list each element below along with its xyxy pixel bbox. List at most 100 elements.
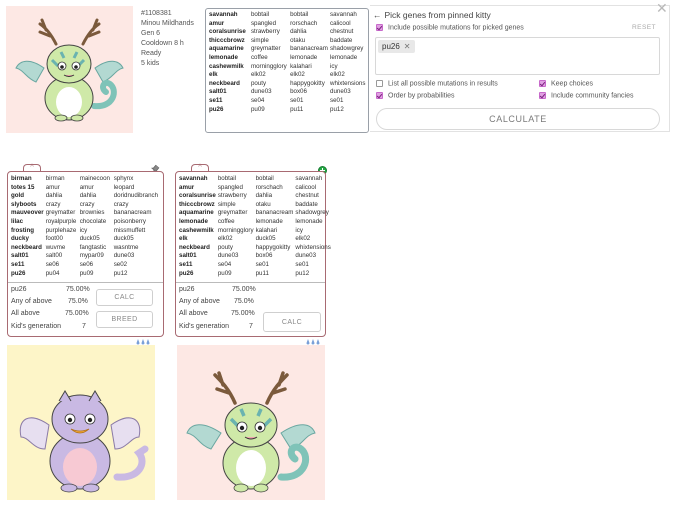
gene-recessive[interactable]: se06 bbox=[78, 261, 112, 270]
gene-recessive[interactable]: bananacream bbox=[254, 209, 294, 218]
gene-recessive[interactable]: elk02 bbox=[328, 71, 367, 80]
kitty-image-card2[interactable] bbox=[177, 345, 325, 500]
gene-recessive[interactable]: dune03 bbox=[293, 252, 330, 261]
gene-dominant[interactable]: amur bbox=[177, 184, 216, 193]
selected-gene-tag[interactable]: pu26 ✕ bbox=[378, 40, 415, 53]
gene-recessive[interactable]: dahlia bbox=[288, 28, 328, 37]
gene-recessive[interactable]: pouty bbox=[249, 80, 288, 89]
gene-recessive[interactable]: whixtensions bbox=[328, 80, 367, 89]
gene-recessive[interactable]: duck05 bbox=[78, 235, 112, 244]
remove-tag-icon[interactable]: ✕ bbox=[404, 42, 411, 51]
gene-recessive[interactable]: lemonade bbox=[254, 218, 294, 227]
gene-dominant[interactable]: salt01 bbox=[177, 252, 216, 261]
gene-recessive[interactable]: otaku bbox=[254, 201, 294, 210]
gene-dominant[interactable]: neckbeard bbox=[177, 244, 216, 253]
gene-recessive[interactable]: se01 bbox=[288, 97, 328, 106]
gene-dominant[interactable]: lemonade bbox=[207, 54, 249, 63]
gene-recessive[interactable]: dune03 bbox=[328, 88, 367, 97]
gene-recessive[interactable]: pu12 bbox=[328, 106, 367, 115]
gene-recessive[interactable]: se04 bbox=[249, 97, 288, 106]
gene-recessive[interactable]: wasntme bbox=[112, 244, 162, 253]
gene-recessive[interactable]: happygokitty bbox=[254, 244, 294, 253]
include-community-fancies-option[interactable]: Include community fancies bbox=[539, 92, 633, 99]
gene-recessive[interactable]: pu11 bbox=[288, 106, 328, 115]
breed-button[interactable]: BREED bbox=[96, 311, 153, 328]
include-mutations-option[interactable]: Include possible mutations for picked ge… bbox=[376, 24, 524, 31]
gene-dominant[interactable]: totes 15 bbox=[9, 184, 44, 193]
gene-recessive[interactable]: pu12 bbox=[293, 270, 330, 279]
gene-recessive[interactable]: chocolate bbox=[78, 218, 112, 227]
collapse-toggle-card2[interactable]: ^ bbox=[191, 164, 209, 171]
gene-dominant[interactable]: savannah bbox=[177, 175, 216, 184]
gene-recessive[interactable]: doridnudibranch bbox=[112, 192, 162, 201]
gene-recessive[interactable]: amur bbox=[78, 184, 112, 193]
gene-recessive[interactable]: calicool bbox=[293, 184, 330, 193]
gene-recessive[interactable]: strawberry bbox=[216, 192, 254, 201]
gene-recessive[interactable]: shadowgrey bbox=[328, 45, 367, 54]
gene-recessive[interactable]: salt00 bbox=[44, 252, 78, 261]
gene-recessive[interactable]: coffee bbox=[249, 54, 288, 63]
gene-dominant[interactable]: cashewmilk bbox=[207, 63, 249, 72]
gene-recessive[interactable]: morningglory bbox=[249, 63, 288, 72]
gene-recessive[interactable]: pu04 bbox=[44, 270, 78, 279]
gene-recessive[interactable]: dahlia bbox=[254, 192, 294, 201]
reset-button[interactable]: RESET bbox=[632, 24, 656, 31]
gene-dominant[interactable]: neckbeard bbox=[9, 244, 44, 253]
include-community-fancies-checkbox[interactable] bbox=[539, 92, 546, 99]
gene-recessive[interactable]: mypar09 bbox=[78, 252, 112, 261]
gene-recessive[interactable]: pu09 bbox=[78, 270, 112, 279]
gene-recessive[interactable]: sphynx bbox=[112, 175, 162, 184]
kitty-id[interactable]: #1108381 bbox=[141, 9, 194, 19]
gene-recessive[interactable]: icy bbox=[293, 227, 330, 236]
gene-recessive[interactable]: pu09 bbox=[216, 270, 254, 279]
gene-recessive[interactable]: foot00 bbox=[44, 235, 78, 244]
gene-dominant[interactable]: coralsunrise bbox=[207, 28, 249, 37]
gene-dominant[interactable]: cashewmilk bbox=[177, 227, 216, 236]
gene-recessive[interactable]: amur bbox=[44, 184, 78, 193]
gene-recessive[interactable]: elk02 bbox=[249, 71, 288, 80]
gene-dominant[interactable]: slyboots bbox=[9, 201, 44, 210]
gene-recessive[interactable]: royalpurple bbox=[44, 218, 78, 227]
gene-recessive[interactable]: dahlia bbox=[44, 192, 78, 201]
gene-dominant[interactable]: thicccbrowz bbox=[177, 201, 216, 210]
gene-recessive[interactable]: otaku bbox=[288, 37, 328, 46]
gene-recessive[interactable]: fangtastic bbox=[78, 244, 112, 253]
keep-choices-checkbox[interactable] bbox=[539, 80, 546, 87]
gene-recessive[interactable]: pouty bbox=[216, 244, 254, 253]
gene-recessive[interactable]: chestnut bbox=[293, 192, 330, 201]
gene-dominant[interactable]: salt01 bbox=[9, 252, 44, 261]
gene-recessive[interactable]: dune03 bbox=[249, 88, 288, 97]
gene-recessive[interactable]: chestnut bbox=[328, 28, 367, 37]
gene-recessive[interactable]: greymatter bbox=[216, 209, 254, 218]
gene-dominant[interactable]: aquamarine bbox=[207, 45, 249, 54]
gene-recessive[interactable]: brownies bbox=[78, 209, 112, 218]
gene-dominant[interactable]: amur bbox=[207, 20, 249, 29]
gene-recessive[interactable]: pu12 bbox=[112, 270, 162, 279]
selected-genes-input[interactable] bbox=[375, 37, 660, 75]
gene-recessive[interactable]: spangled bbox=[216, 184, 254, 193]
list-all-mutations-option[interactable]: List all possible mutations in results bbox=[376, 80, 498, 87]
gene-dominant[interactable]: lilac bbox=[9, 218, 44, 227]
gene-recessive[interactable]: dahlia bbox=[78, 192, 112, 201]
gene-recessive[interactable]: rorschach bbox=[254, 184, 294, 193]
include-mutations-checkbox[interactable] bbox=[376, 24, 383, 31]
gene-recessive[interactable]: se06 bbox=[44, 261, 78, 270]
gene-recessive[interactable]: birman bbox=[44, 175, 78, 184]
gene-recessive[interactable]: simple bbox=[216, 201, 254, 210]
gene-recessive[interactable]: rorschach bbox=[288, 20, 328, 29]
gene-dominant[interactable]: aquamarine bbox=[177, 209, 216, 218]
gene-recessive[interactable]: strawberry bbox=[249, 28, 288, 37]
gene-dominant[interactable]: frosting bbox=[9, 227, 44, 236]
gene-recessive[interactable]: box06 bbox=[288, 88, 328, 97]
gene-dominant[interactable]: lemonade bbox=[177, 218, 216, 227]
gene-recessive[interactable]: greymatter bbox=[44, 209, 78, 218]
gene-recessive[interactable]: box06 bbox=[254, 252, 294, 261]
collapse-toggle-card1[interactable]: ^ bbox=[23, 164, 41, 171]
gene-dominant[interactable]: mauveover bbox=[9, 209, 44, 218]
gene-recessive[interactable]: se01 bbox=[328, 97, 367, 106]
gene-dominant[interactable]: elk bbox=[207, 71, 249, 80]
gene-dominant[interactable]: neckbeard bbox=[207, 80, 249, 89]
gene-dominant[interactable]: gold bbox=[9, 192, 44, 201]
gene-dominant[interactable]: coralsunrise bbox=[177, 192, 216, 201]
close-icon[interactable]: ✕ bbox=[656, 0, 668, 17]
